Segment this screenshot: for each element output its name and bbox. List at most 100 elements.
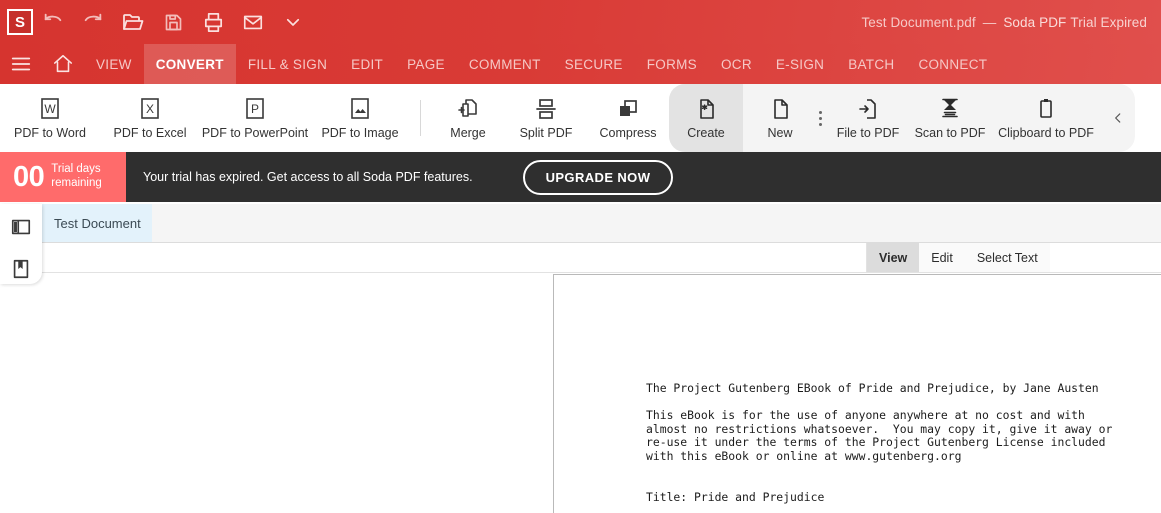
chevron-down-icon[interactable]	[273, 0, 313, 44]
merge-icon	[455, 96, 481, 122]
menu-item-forms[interactable]: FORMS	[635, 44, 709, 84]
print-icon[interactable]	[193, 0, 233, 44]
svg-text:P: P	[251, 102, 259, 116]
excel-file-icon: X	[137, 96, 163, 122]
document-tab-test-document[interactable]: Test Document	[42, 204, 152, 242]
view-mode-bar: View Edit Select Text	[0, 243, 1161, 273]
sidebar-panel-icon[interactable]	[8, 214, 34, 240]
pdf-to-powerpoint-button[interactable]: P PDF to PowerPoint	[200, 84, 310, 152]
soda-pdf-window: S Test Document.pdf — Soda PDF Trial Exp…	[0, 0, 1161, 513]
powerpoint-file-icon: P	[242, 96, 268, 122]
menu-item-secure[interactable]: SECURE	[553, 44, 635, 84]
menu-item-connect[interactable]: CONNECT	[906, 44, 999, 84]
create-button[interactable]: Create	[669, 84, 743, 152]
trial-days-label-line1: Trial days	[51, 163, 101, 176]
new-button[interactable]: New	[743, 84, 817, 152]
pdf-to-powerpoint-label: PDF to PowerPoint	[201, 126, 309, 141]
new-file-icon	[767, 96, 793, 122]
pdf-to-image-button[interactable]: PDF to Image	[310, 84, 410, 152]
view-mode-filler	[1049, 243, 1161, 272]
ribbon-group-convert: W PDF to Word X PDF to Excel P PDF to Po…	[0, 84, 410, 152]
hamburger-menu-icon[interactable]	[0, 44, 42, 84]
pdf-page-text: The Project Gutenberg EBook of Pride and…	[646, 381, 1113, 504]
brand-name: Soda PDF	[1003, 14, 1067, 30]
menubar: VIEW CONVERT FILL & SIGN EDIT PAGE COMME…	[0, 44, 1161, 84]
window-title: Test Document.pdf — Soda PDF Trial Expired	[861, 15, 1147, 30]
open-folder-icon[interactable]	[113, 0, 153, 44]
view-mode-select-text[interactable]: Select Text	[965, 243, 1050, 272]
document-viewport[interactable]: The Project Gutenberg EBook of Pride and…	[0, 274, 1161, 513]
menu-item-ocr[interactable]: OCR	[709, 44, 764, 84]
ribbon-toolbar: W PDF to Word X PDF to Excel P PDF to Po…	[0, 84, 1161, 152]
menu-item-e-sign[interactable]: E-SIGN	[764, 44, 836, 84]
compress-label: Compress	[599, 126, 657, 141]
menu-item-page[interactable]: PAGE	[395, 44, 457, 84]
trial-banner: 00 Trial days remaining Your trial has e…	[0, 152, 1161, 202]
trial-days-label: Trial days remaining	[51, 163, 102, 190]
menu-item-view[interactable]: VIEW	[84, 44, 144, 84]
pdf-to-word-label: PDF to Word	[13, 126, 86, 141]
left-icon-rail	[0, 204, 42, 284]
menu-item-fill-and-sign[interactable]: FILL & SIGN	[236, 44, 339, 84]
pdf-to-excel-button[interactable]: X PDF to Excel	[100, 84, 200, 152]
save-icon[interactable]	[153, 0, 193, 44]
trial-days-label-line2: remaining	[51, 177, 102, 189]
title-separator: —	[982, 14, 997, 30]
trial-days-badge: 00 Trial days remaining	[0, 152, 126, 202]
banner-cta-wrapper: UPGRADE NOW	[473, 152, 1161, 202]
trial-message: Your trial has expired. Get access to al…	[143, 170, 473, 184]
merge-button[interactable]: Merge	[431, 84, 505, 152]
home-icon[interactable]	[42, 44, 84, 84]
ribbon-group-tools: Merge Split PDF Compress	[431, 84, 669, 152]
menu-item-convert[interactable]: CONVERT	[143, 44, 236, 84]
compress-button[interactable]: Compress	[587, 84, 669, 152]
file-to-pdf-icon	[855, 96, 881, 122]
split-icon	[533, 96, 559, 122]
soda-pdf-logo[interactable]: S	[7, 9, 33, 35]
dot	[818, 110, 822, 114]
menu-item-edit[interactable]: EDIT	[339, 44, 395, 84]
mail-icon[interactable]	[233, 0, 273, 44]
image-file-icon	[347, 96, 373, 122]
file-to-pdf-label: File to PDF	[836, 126, 900, 141]
chevron-left-icon[interactable]	[1101, 84, 1135, 152]
pdf-to-image-label: PDF to Image	[321, 126, 399, 141]
document-filename: Test Document.pdf	[861, 14, 976, 30]
file-to-pdf-button[interactable]: File to PDF	[827, 84, 909, 152]
clipboard-to-pdf-label: Clipboard to PDF	[998, 126, 1094, 141]
titlebar: S Test Document.pdf — Soda PDF Trial Exp…	[0, 0, 1161, 44]
view-mode-edit[interactable]: Edit	[919, 243, 965, 272]
new-label: New	[767, 126, 793, 141]
word-file-icon: W	[37, 96, 63, 122]
pdf-page: The Project Gutenberg EBook of Pride and…	[553, 274, 1161, 513]
scan-to-pdf-button[interactable]: Scan to PDF	[909, 84, 991, 152]
create-label: Create	[687, 126, 725, 141]
clipboard-icon	[1033, 96, 1059, 122]
document-tabbar: Test Document	[42, 204, 1161, 243]
create-file-icon	[693, 96, 719, 122]
menu-item-comment[interactable]: COMMENT	[457, 44, 553, 84]
trial-status: Trial Expired	[1070, 14, 1147, 30]
scanner-icon	[937, 96, 963, 122]
logo-letter: S	[14, 13, 25, 31]
trial-days-number: 00	[13, 160, 45, 193]
redo-icon[interactable]	[73, 0, 113, 44]
undo-icon[interactable]	[33, 0, 73, 44]
view-mode-group: View Edit Select Text	[866, 243, 1161, 272]
svg-text:X: X	[146, 102, 154, 116]
view-mode-view[interactable]: View	[867, 243, 920, 272]
split-pdf-label: Split PDF	[519, 126, 573, 141]
scan-to-pdf-label: Scan to PDF	[914, 126, 986, 141]
pdf-to-word-button[interactable]: W PDF to Word	[0, 84, 100, 152]
ribbon-divider-1	[420, 100, 421, 136]
document-tab-label: Test Document	[54, 215, 141, 231]
upgrade-now-button[interactable]: UPGRADE NOW	[522, 159, 674, 195]
menu-item-batch[interactable]: BATCH	[836, 44, 906, 84]
compress-icon	[615, 96, 641, 122]
bookmark-icon[interactable]	[8, 256, 34, 282]
ribbon-group-create: Create New File to PDF Scan to PDF Clipb…	[669, 84, 1135, 152]
dot	[818, 122, 822, 126]
clipboard-to-pdf-button[interactable]: Clipboard to PDF	[991, 84, 1101, 152]
merge-label: Merge	[450, 126, 486, 141]
split-pdf-button[interactable]: Split PDF	[505, 84, 587, 152]
